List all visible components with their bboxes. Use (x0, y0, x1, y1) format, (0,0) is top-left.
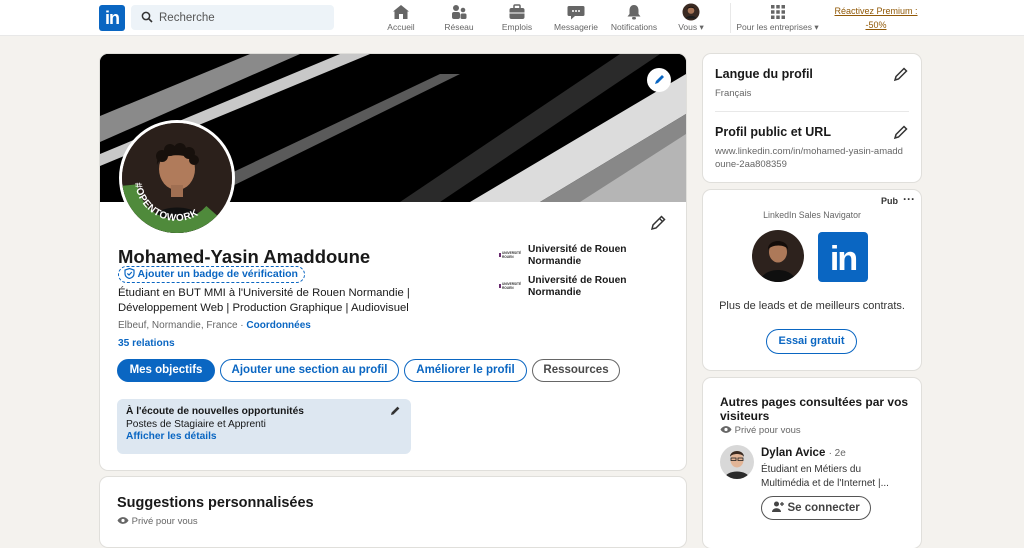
open-to-work-card[interactable]: À l'écoute de nouvelles opportunités Pos… (117, 399, 411, 454)
public-profile-url[interactable]: www.linkedin.com/in/mohamed-yasin-amaddo… (715, 146, 905, 171)
add-profile-section-button[interactable]: Ajouter une section au profil (220, 359, 399, 382)
divider (715, 111, 909, 112)
ad-card: Pub ··· LinkedIn Sales Navigator in Plus… (703, 190, 921, 370)
connect-button[interactable]: Se connecter (761, 496, 871, 520)
nav-business-label: Pour les entreprises ▾ (736, 22, 819, 32)
eye-icon (720, 425, 735, 436)
nav-jobs-label: Emplois (501, 22, 533, 32)
avatar-icon (682, 3, 700, 21)
education-school-name: Université de Rouen Normandie (528, 275, 627, 298)
ad-user-photo (752, 230, 804, 282)
nav-home[interactable]: Accueil (380, 3, 422, 33)
nav-messaging[interactable]: Messagerie (550, 3, 602, 33)
grid-icon (770, 5, 785, 19)
premium-link[interactable]: Réactivez Premium : -50% (828, 4, 924, 32)
contact-info-link[interactable]: Coordonnées (246, 320, 310, 331)
ad-text: Plus de leads et de meilleurs contrats. (719, 300, 905, 312)
add-person-icon (772, 501, 787, 514)
eye-icon (117, 516, 132, 527)
ad-tag: Pub (881, 196, 898, 206)
profile-language-value: Français (715, 88, 752, 99)
nav-business[interactable]: Pour les entreprises ▾ (730, 3, 824, 33)
person-name: Dylan Avice (761, 447, 826, 459)
search-icon (141, 11, 153, 23)
free-trial-button[interactable]: Essai gratuit (766, 329, 857, 354)
search-bar[interactable] (131, 5, 334, 30)
edit-open-to-work-pencil-icon[interactable] (389, 405, 401, 417)
linkedin-logo[interactable]: in (99, 5, 125, 31)
bell-icon (627, 5, 641, 20)
nav-messaging-label: Messagerie (554, 22, 598, 32)
viewed-pages-private: Privé pour vous (720, 425, 801, 436)
connections-link[interactable]: 35 relations (118, 338, 175, 349)
svg-text:ROUEN: ROUEN (502, 286, 514, 290)
university-logo: UNIVERSITÉROUEN (498, 278, 522, 293)
chevron-down-icon: ▾ (699, 22, 704, 32)
nav-notifications[interactable]: Notifications (606, 3, 662, 33)
open-to-work-roles: Postes de Stagiaire et Apprenti (126, 418, 266, 430)
briefcase-icon (509, 4, 525, 19)
connection-degree: · 2e (828, 448, 846, 459)
education-school-name: Université de Rouen Normandie (528, 244, 627, 267)
improve-profile-button[interactable]: Améliorer le profil (404, 359, 527, 382)
suggestions-private: Privé pour vous (117, 516, 198, 527)
nav-jobs[interactable]: Emplois (496, 3, 538, 33)
goals-button[interactable]: Mes objectifs (117, 359, 215, 382)
top-navigation-bar: in Accueil Réseau Emplois Messagerie Not… (0, 0, 1024, 36)
person-name-line[interactable]: Dylan Avice · 2e (761, 447, 846, 459)
show-details-link[interactable]: Afficher les détails (126, 431, 217, 442)
more-options-icon[interactable]: ··· (903, 192, 915, 206)
nav-me-label: Vous ▾ (678, 22, 704, 32)
profile-photo[interactable]: #OPENTOWORK (119, 120, 235, 236)
edit-url-pencil-icon[interactable] (893, 124, 909, 140)
shield-check-icon (124, 267, 135, 284)
network-icon (452, 5, 467, 19)
edit-intro-pencil-icon[interactable] (649, 214, 667, 232)
nav-me[interactable]: Vous ▾ (672, 3, 710, 33)
pencil-icon (655, 75, 664, 84)
suggestions-title: Suggestions personnalisées (117, 495, 314, 511)
person-avatar[interactable] (720, 445, 754, 479)
connect-label: Se connecter (787, 502, 860, 514)
suggestions-card: Suggestions personnalisées Privé pour vo… (100, 477, 686, 547)
edit-language-pencil-icon[interactable] (893, 66, 909, 82)
ad-sponsor: LinkedIn Sales Navigator (763, 210, 861, 220)
nav-network[interactable]: Réseau (438, 3, 480, 33)
profile-name: Mohamed-Yasin Amaddoune (118, 246, 371, 267)
open-to-work-title: À l'écoute de nouvelles opportunités (126, 406, 304, 417)
nav-home-label: Accueil (387, 22, 415, 32)
public-profile-title: Profil public et URL (715, 125, 831, 139)
svg-text:ROUEN: ROUEN (502, 255, 514, 259)
profile-headline: Étudiant en BUT MMI à l'Université de Ro… (118, 287, 410, 314)
profile-language-title: Langue du profil (715, 67, 813, 81)
message-icon (567, 6, 585, 20)
nav-network-label: Réseau (444, 22, 474, 32)
viewed-pages-card: Autres pages consultées par vos visiteur… (703, 378, 921, 548)
edit-banner-button[interactable] (647, 68, 671, 92)
resources-button[interactable]: Ressources (532, 359, 620, 382)
linkedin-logo: in (818, 232, 868, 282)
search-input[interactable] (159, 8, 329, 27)
nav-notifications-label: Notifications (610, 22, 658, 32)
profile-photo-image: #OPENTOWORK (122, 123, 232, 233)
profile-settings-card: Langue du profil Français Profil public … (703, 54, 921, 182)
verification-badge-label: Ajouter un badge de vérification (137, 268, 298, 280)
home-icon (393, 5, 409, 19)
profile-location: Elbeuf, Normandie, France · Coordonnées (118, 320, 311, 331)
chevron-down-icon: ▾ (814, 22, 819, 32)
person-headline: Étudiant en Métiers du Multimédia et de … (761, 464, 889, 489)
profile-card: #OPENTOWORK Mohamed-Yasin Amaddoune Ajou… (100, 54, 686, 470)
verification-badge-button[interactable]: Ajouter un badge de vérification (118, 266, 305, 283)
viewed-pages-title: Autres pages consultées par vos visiteur… (720, 395, 909, 423)
university-logo: UNIVERSITÉROUEN (498, 247, 522, 262)
